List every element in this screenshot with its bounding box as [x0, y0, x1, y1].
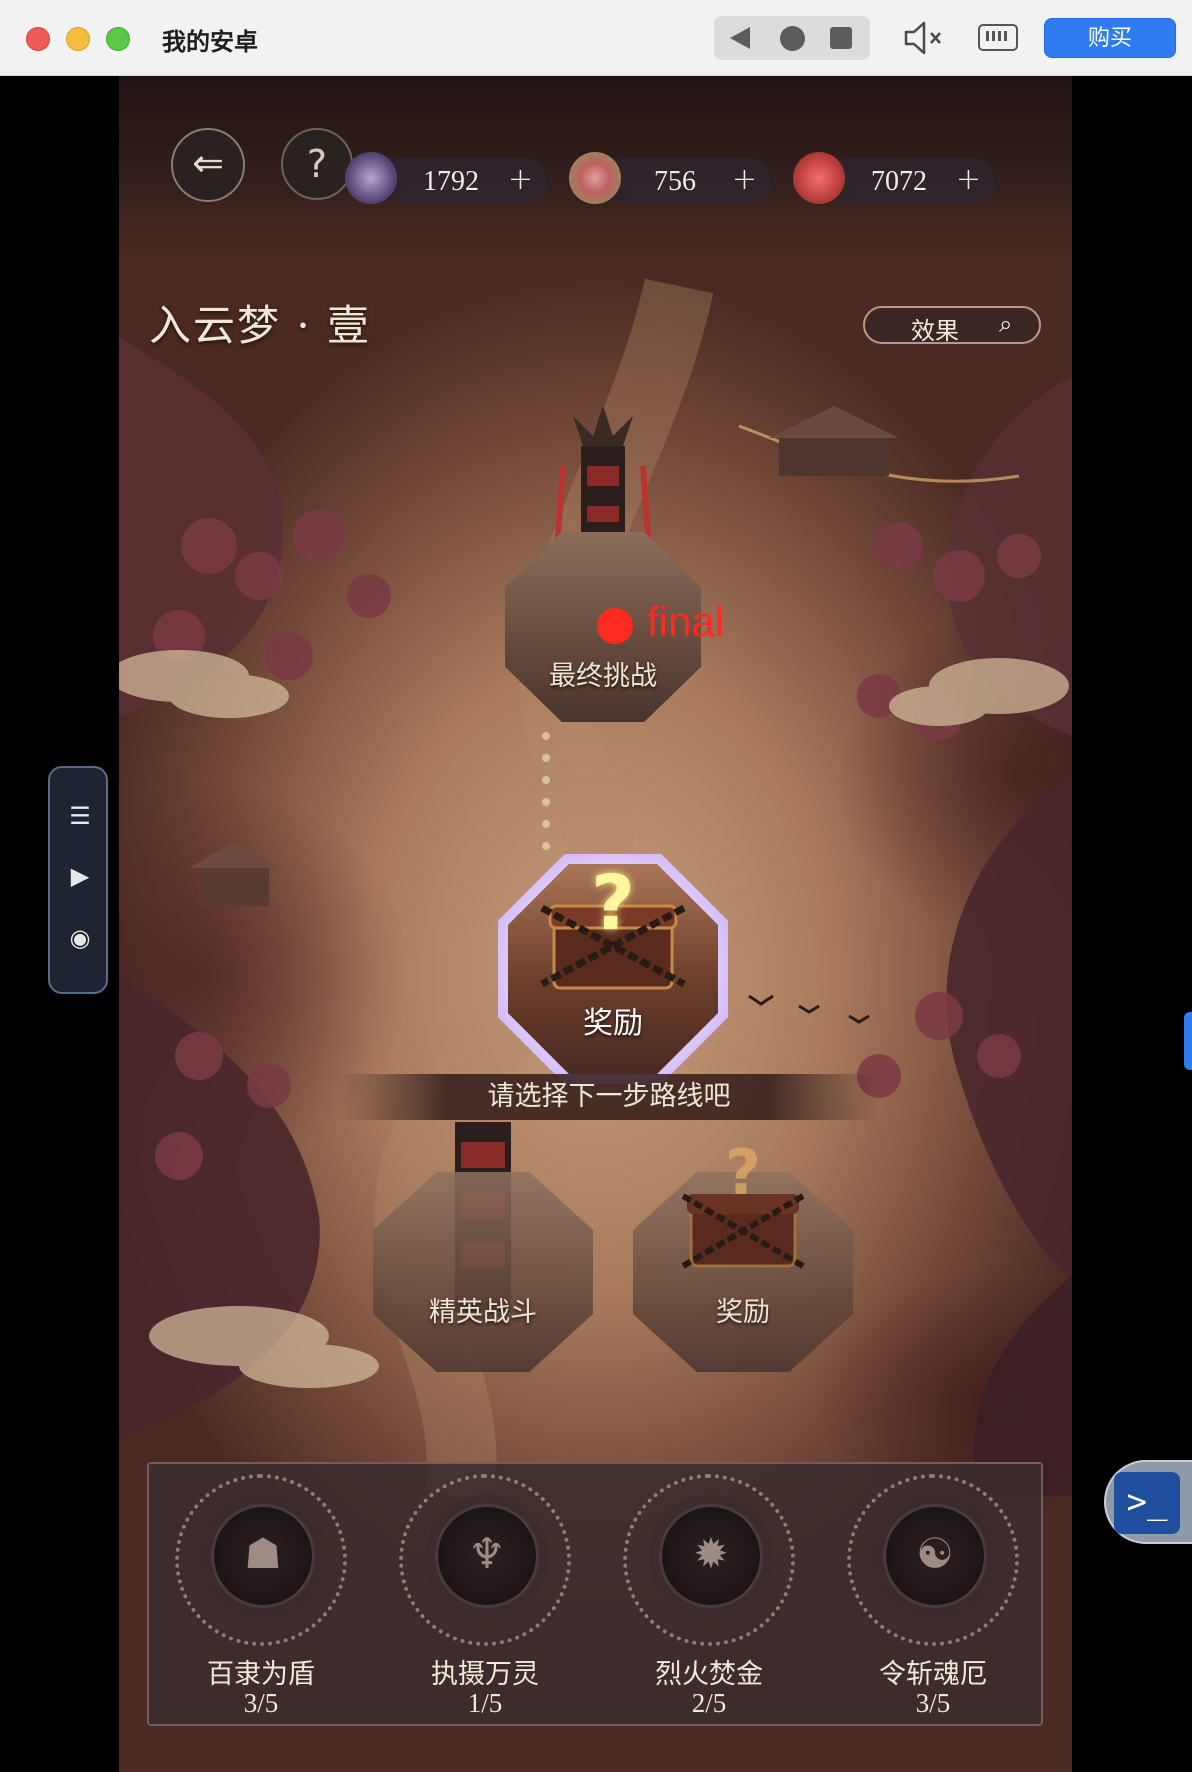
resource-value: 7072 [871, 166, 927, 197]
buy-button[interactable]: 购买 [1044, 18, 1176, 58]
help-button[interactable]: ? [281, 128, 353, 200]
edge-handle[interactable] [1184, 1012, 1192, 1070]
play-icon[interactable]: ▶ [68, 862, 92, 890]
skill-emblem-frame: ☗ [211, 1504, 315, 1608]
node-final-challenge[interactable]: 最终挑战 [505, 406, 701, 722]
add-fan-button[interactable]: + [956, 162, 981, 197]
side-toolbar: ☰ ▶ ◉ [48, 766, 108, 994]
annotation-dot [597, 608, 633, 644]
annotation-text: final [647, 598, 725, 645]
skill-item[interactable]: ☗ 百隶为盾 3/5 [149, 1474, 373, 1724]
recents-icon[interactable] [830, 27, 852, 49]
skill-emblem-frame: ♆ [435, 1504, 539, 1608]
android-nav-group [714, 16, 870, 60]
flame-icon: ✹ [693, 1529, 729, 1578]
skill-item[interactable]: ✹ 烈火焚金 2/5 [597, 1474, 821, 1724]
resource-fan: 7072 + [793, 152, 995, 204]
add-crystal-button[interactable]: + [508, 162, 533, 197]
back-button[interactable]: ⇐ [171, 128, 245, 202]
altar-icon: ♆ [468, 1529, 506, 1578]
game-screen: ⇐ ? 1792 + 756 + 7072 + 入云梦 · 壹 效果 ⌕ 最终挑 [119, 76, 1072, 1772]
skill-name: 烈火焚金 [655, 1659, 763, 1690]
add-box-button[interactable]: + [732, 162, 757, 197]
terminal-button[interactable]: >_ [1104, 1460, 1192, 1544]
skill-name: 执摄万灵 [431, 1659, 539, 1690]
node-reward[interactable]: ? 奖励 [633, 1136, 853, 1372]
skill-progress: 1/5 [467, 1688, 503, 1718]
skill-emblem-frame: ✹ [659, 1504, 763, 1608]
resource-box: 756 + [569, 152, 771, 204]
skill-name: 令斩魂厄 [879, 1659, 987, 1690]
record-icon[interactable]: ◉ [68, 924, 92, 952]
node-label: 奖励 [583, 1006, 643, 1041]
node-current-reward[interactable]: ? 奖励 [498, 854, 728, 1084]
mute-icon[interactable] [902, 18, 946, 58]
skill-progress: 2/5 [691, 1688, 727, 1718]
skill-item[interactable]: ☯ 令斩魂厄 3/5 [821, 1474, 1045, 1724]
skill-name: 百隶为盾 [207, 1659, 315, 1690]
resource-value: 1792 [423, 166, 479, 197]
stage-title: 入云梦 · 壹 [149, 301, 372, 350]
question-icon: ? [306, 142, 328, 186]
node-elite-battle[interactable]: 精英战斗 [373, 1122, 593, 1372]
search-icon: ⌕ [999, 310, 1013, 338]
keyboard-icon[interactable] [978, 24, 1018, 51]
treasure-box-icon [569, 152, 621, 204]
back-icon[interactable] [730, 27, 750, 49]
crystal-icon [345, 152, 397, 204]
close-window-button[interactable] [26, 27, 50, 51]
effect-button[interactable]: 效果 ⌕ [863, 306, 1041, 345]
question-mark-icon: ? [590, 858, 636, 947]
elite-octagon [373, 1172, 593, 1372]
demon-mask-icon: ☗ [244, 1529, 282, 1578]
question-mark-icon: ? [725, 1136, 761, 1209]
resource-value: 756 [654, 166, 696, 197]
skill-progress: 3/5 [915, 1688, 951, 1718]
skill-item[interactable]: ♆ 执摄万灵 1/5 [373, 1474, 597, 1724]
skill-panel: ☗ 百隶为盾 3/5 ♆ 执摄万灵 1/5 ✹ 烈火焚金 2/5 ☯ 令斩魂厄 … [147, 1462, 1043, 1726]
skill-emblem-frame: ☯ [883, 1504, 987, 1608]
minimize-window-button[interactable] [66, 27, 90, 51]
node-label: 精英战斗 [429, 1297, 537, 1328]
node-label: 最终挑战 [549, 661, 657, 692]
window-titlebar: 我的安卓 购买 [0, 0, 1192, 76]
yin-yang-icon: ☯ [916, 1529, 954, 1578]
zoom-window-button[interactable] [106, 27, 130, 51]
skill-progress: 3/5 [243, 1688, 279, 1718]
fan-icon [793, 152, 845, 204]
terminal-icon: >_ [1114, 1472, 1180, 1534]
effect-label: 效果 [911, 317, 959, 345]
resource-crystal: 1792 + [345, 152, 547, 204]
node-label: 奖励 [716, 1297, 770, 1328]
window-title: 我的安卓 [162, 28, 258, 56]
list-icon[interactable]: ☰ [68, 802, 92, 830]
route-hint: 请选择下一步路线吧 [339, 1074, 879, 1120]
arrow-left-icon: ⇐ [192, 141, 224, 185]
home-icon[interactable] [780, 26, 805, 51]
